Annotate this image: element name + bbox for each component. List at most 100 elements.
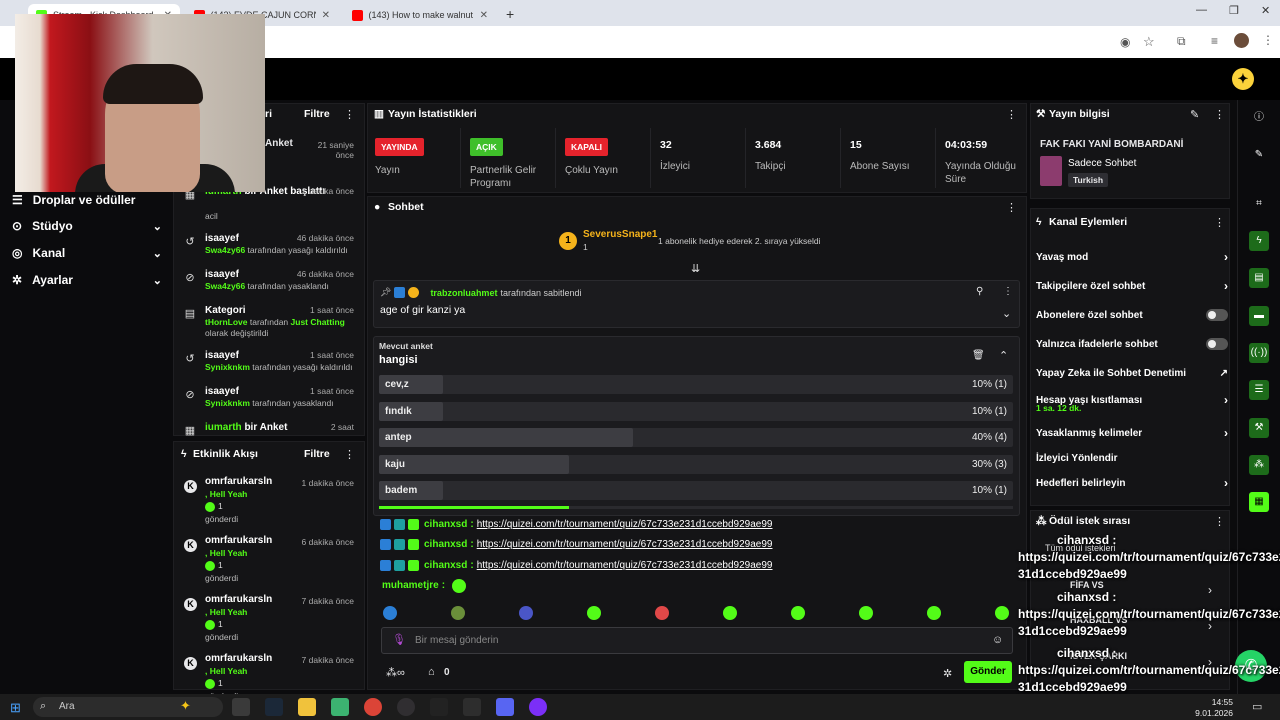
chevron-right-icon[interactable]: › — [1208, 619, 1212, 633]
emote-icon[interactable] — [655, 606, 669, 620]
kick-logo-icon[interactable]: ✦ — [1232, 68, 1254, 90]
chat-username[interactable]: muhametjre — [382, 580, 439, 591]
minimize-icon[interactable]: — — [1196, 4, 1207, 16]
mic-icon[interactable]: 🎙︎ — [392, 633, 406, 646]
emote-icon[interactable] — [927, 606, 941, 620]
unpin-icon[interactable]: ⚲ — [976, 286, 983, 297]
reward-item[interactable]: FİFA VS — [1070, 580, 1104, 590]
app-icon[interactable] — [496, 698, 514, 716]
chat-bubble-icon[interactable]: ▬ — [1249, 306, 1269, 326]
chat-link[interactable]: https://quizei.com/tr/tournament/quiz/67… — [477, 519, 773, 530]
windows-start-icon[interactable]: ⊞ — [10, 700, 21, 716]
chat-username[interactable]: cihanxsd — [424, 539, 467, 550]
info-icon[interactable]: ⓘ — [1249, 108, 1269, 128]
broadcast-icon[interactable]: ((·)) — [1249, 343, 1269, 363]
channel-action[interactable]: Abonelere özel sohbet — [1036, 307, 1228, 323]
avatar[interactable] — [1234, 33, 1249, 48]
list-icon[interactable]: ☰ — [1249, 380, 1269, 400]
activity-user[interactable]: omrfarukarsln — [205, 594, 272, 605]
close-tab-icon[interactable]: ✕ — [322, 10, 330, 21]
edit-icon[interactable]: ✎ — [1190, 108, 1199, 121]
extensions-icon[interactable]: ⧉ — [1177, 34, 1186, 49]
more-icon[interactable]: ⋮ — [1214, 515, 1225, 528]
app-icon[interactable] — [463, 698, 481, 716]
chevron-down-icon[interactable]: ⌄ — [1002, 307, 1011, 320]
nav-studio[interactable]: ⊙ Stüdyo ⌄ — [12, 214, 162, 238]
poll-option[interactable]: antep 40% (4) — [379, 428, 1013, 448]
channel-action[interactable]: Yalnızca ifadelerle sohbet — [1036, 336, 1228, 352]
poll-option[interactable]: cev,z 10% (1) — [379, 375, 1013, 394]
activity-user[interactable]: omrfarukarsln — [205, 535, 272, 546]
emote-icon[interactable] — [587, 606, 601, 620]
poll-option[interactable]: kaju 30% (3) — [379, 454, 1013, 474]
lightning-icon[interactable]: ϟ — [1249, 231, 1269, 251]
app-icon[interactable] — [529, 698, 547, 716]
more-icon[interactable]: ⋮ — [1006, 201, 1017, 214]
task-view-icon[interactable] — [232, 698, 250, 716]
poll-option[interactable]: fındık 10% (1) — [379, 401, 1013, 421]
points-icon[interactable]: ⁂∞ — [386, 666, 405, 679]
nav-channel[interactable]: ◎ Kanal ⌄ — [12, 241, 162, 265]
poll-option[interactable]: badem 10% (1) — [379, 481, 1013, 501]
chat-link[interactable]: https://quizei.com/tr/tournament/quiz/67… — [477, 560, 773, 571]
channel-action[interactable]: Hedefleri belirleyin › — [1036, 475, 1228, 491]
trash-icon[interactable]: 🗑︎ — [972, 350, 985, 361]
channel-action[interactable]: Yapay Zeka ile Sohbet Denetimi ↗ — [1036, 365, 1228, 381]
nav-settings[interactable]: ✲ Ayarlar ⌄ — [12, 268, 162, 292]
new-tab-button[interactable]: + — [506, 6, 514, 22]
restore-icon[interactable]: ❐ — [1229, 4, 1239, 17]
channel-action[interactable]: Yasaklanmış kelimeler › — [1036, 425, 1228, 441]
channel-action[interactable]: İzleyici Yönlendir — [1036, 450, 1228, 466]
chat-username[interactable]: cihanxsd — [424, 519, 467, 530]
crop-icon[interactable]: ⌗ — [1249, 194, 1269, 214]
activity-user[interactable]: omrfarukarsln — [205, 476, 272, 487]
chat-username[interactable]: cihanxsd — [424, 560, 467, 571]
chevron-right-icon[interactable]: › — [1208, 583, 1212, 597]
menu-icon[interactable]: ⋮ — [1262, 33, 1274, 47]
close-window-icon[interactable]: ✕ — [1261, 4, 1270, 17]
store-icon[interactable]: ⌂ — [428, 666, 435, 678]
activity-filter-button[interactable]: Filtre — [304, 448, 330, 460]
dots-icon[interactable]: ⁂ — [1249, 455, 1269, 475]
more-icon[interactable]: ⋮ — [344, 448, 355, 461]
emoji-icon[interactable]: ☺ — [992, 634, 1003, 646]
emote-icon[interactable] — [791, 606, 805, 620]
media-icon[interactable]: ≡ — [1211, 34, 1218, 48]
channel-action[interactable]: Yavaş mod › — [1036, 249, 1228, 265]
more-icon[interactable]: ⋮ — [1006, 108, 1017, 121]
obs-icon[interactable] — [397, 698, 415, 716]
emote-icon[interactable] — [519, 606, 533, 620]
clapper-icon[interactable]: ▦ — [1249, 492, 1269, 512]
more-icon[interactable]: ⋮ — [1003, 286, 1013, 297]
steam-icon[interactable] — [265, 698, 283, 716]
emote-icon[interactable] — [723, 606, 737, 620]
tab-youtube-2[interactable]: (143) How to make walnut oil fr... ✕ — [344, 4, 496, 26]
mod-log-filter-button[interactable]: Filtre — [304, 108, 330, 120]
star-icon[interactable]: ☆ — [1143, 34, 1155, 50]
more-icon[interactable]: ⋮ — [344, 108, 355, 121]
toggle-switch[interactable] — [1206, 338, 1228, 350]
scroll-down-icon[interactable]: ⇊ — [691, 262, 700, 275]
eye-icon[interactable]: ◉ — [1120, 35, 1130, 49]
chrome-icon[interactable] — [364, 698, 382, 716]
activity-user[interactable]: omrfarukarsln — [205, 653, 272, 664]
document-icon[interactable]: ▤ — [1249, 268, 1269, 288]
send-button[interactable]: Gönder — [964, 661, 1012, 683]
chat-link[interactable]: https://quizei.com/tr/tournament/quiz/67… — [477, 539, 773, 550]
highlight-user[interactable]: SeverusSnape1 — [583, 229, 658, 240]
close-tab-icon[interactable]: ✕ — [480, 10, 488, 21]
emote-icon[interactable] — [859, 606, 873, 620]
pencil-icon[interactable]: ✎ — [1249, 145, 1269, 165]
emote-icon[interactable] — [451, 606, 465, 620]
store-app-icon[interactable] — [331, 698, 349, 716]
toggle-switch[interactable] — [1206, 309, 1228, 321]
notification-icon[interactable]: ▭ — [1252, 700, 1262, 713]
wrench-icon[interactable]: ⚒ — [1249, 418, 1269, 438]
channel-action[interactable]: Takipçilere özel sohbet › — [1036, 278, 1228, 294]
more-icon[interactable]: ⋮ — [1214, 216, 1225, 229]
emote-icon[interactable] — [995, 606, 1009, 620]
chat-settings-icon[interactable]: ✲ — [943, 667, 952, 680]
more-icon[interactable]: ⋮ — [1214, 108, 1225, 121]
epic-games-icon[interactable] — [430, 698, 448, 716]
chevron-up-icon[interactable]: ⌃ — [999, 349, 1008, 362]
